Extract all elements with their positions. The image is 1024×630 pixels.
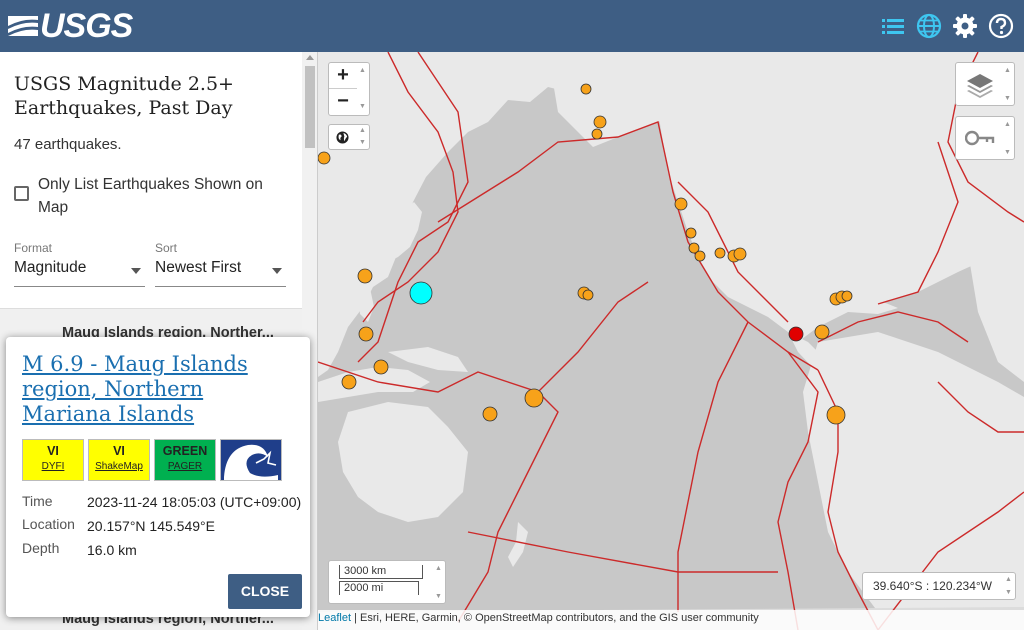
format-value: Magnitude xyxy=(14,259,87,276)
zoom-out-button[interactable]: − xyxy=(329,89,357,115)
shakemap-badge[interactable]: VI ShakeMap xyxy=(88,439,150,481)
spinner-up-icon: ▲ xyxy=(359,127,366,134)
pager-alert: GREEN xyxy=(162,444,208,458)
time-label: Time xyxy=(22,493,53,509)
spinner-down-icon: ▼ xyxy=(435,593,442,600)
earthquake-marker[interactable] xyxy=(685,227,697,239)
zoom-control: + − ▲ ▼ xyxy=(328,62,370,116)
key-icon xyxy=(965,130,995,146)
sort-value: Newest First xyxy=(155,259,242,276)
scroll-thumb[interactable] xyxy=(305,66,315,148)
logo-text: USGS xyxy=(40,6,133,45)
scale-bar: 3000 km 2000 mi ▲ ▼ xyxy=(328,560,446,604)
usgs-wave-icon xyxy=(8,16,38,36)
earthquake-marker[interactable] xyxy=(358,326,374,342)
earthquake-marker[interactable] xyxy=(694,250,706,262)
legend-control[interactable]: ▲ ▼ xyxy=(955,116,1015,160)
sort-label: Sort xyxy=(155,241,178,255)
spinner-up-icon: ▲ xyxy=(1005,576,1012,583)
globe-icon xyxy=(336,131,349,144)
layers-icon xyxy=(967,74,993,98)
layers-control[interactable]: ▲ ▼ xyxy=(955,62,1015,106)
format-select[interactable]: Magnitude xyxy=(14,259,145,287)
dyfi-badge[interactable]: VI DYFI xyxy=(22,439,84,481)
only-list-shown-label[interactable]: Only List Earthquakes Shown on Map xyxy=(38,173,288,219)
earthquake-marker[interactable] xyxy=(341,374,357,390)
earthquake-count: 47 earthquakes. xyxy=(14,136,122,153)
pager-label: PAGER xyxy=(167,461,203,472)
gear-icon[interactable] xyxy=(952,13,978,39)
mouse-coordinates: 39.640°S : 120.234°W ▲ ▼ xyxy=(862,572,1016,600)
earthquake-marker[interactable] xyxy=(582,289,594,301)
earthquake-marker[interactable] xyxy=(482,406,498,422)
earthquake-markers xyxy=(318,83,853,425)
map-view[interactable]: + − ▲ ▼ ▲ ▼ ▲ ▼ ▲ ▼ 3000 km 2000 mi ▲ ▼ … xyxy=(318,52,1024,630)
attribution-text: | Esri, HERE, Garmin, © OpenStreetMap co… xyxy=(351,612,759,624)
spinner-down-icon: ▼ xyxy=(1005,589,1012,596)
earthquake-marker[interactable] xyxy=(591,128,603,140)
spinner-up-icon: ▲ xyxy=(1004,121,1011,128)
earthquake-marker[interactable] xyxy=(674,197,688,211)
location-value: 20.157°N 145.549°E xyxy=(87,518,215,534)
location-label: Location xyxy=(22,516,75,532)
list-title: USGS Magnitude 2.5+ Earthquakes, Past Da… xyxy=(14,73,234,119)
spinner-up-icon: ▲ xyxy=(435,565,442,572)
close-button[interactable]: CLOSE xyxy=(228,574,302,609)
only-list-shown-checkbox[interactable] xyxy=(14,186,29,201)
time-value: 2023-11-24 18:05:03 (UTC+09:00) xyxy=(87,494,302,510)
depth-label: Depth xyxy=(22,540,60,556)
earthquake-marker[interactable] xyxy=(524,388,544,408)
app-header: USGS xyxy=(0,0,1024,52)
dyfi-intensity: VI xyxy=(47,444,59,458)
zoom-in-button[interactable]: + xyxy=(329,63,357,89)
earthquake-marker[interactable] xyxy=(714,247,726,259)
shakemap-label: ShakeMap xyxy=(95,461,143,472)
earthquake-marker[interactable] xyxy=(357,268,373,284)
earthquake-marker-selected[interactable] xyxy=(409,281,433,305)
earthquake-marker[interactable] xyxy=(318,151,331,165)
list-icon[interactable] xyxy=(880,13,906,39)
spinner-down-icon: ▼ xyxy=(1004,149,1011,156)
dyfi-label: DYFI xyxy=(41,461,65,472)
dropdown-arrow-icon xyxy=(272,268,282,274)
earthquake-marker[interactable] xyxy=(580,83,592,95)
earthquake-marker-red[interactable] xyxy=(788,326,804,342)
help-icon[interactable] xyxy=(988,13,1014,39)
leaflet-link[interactable]: Leaflet xyxy=(318,612,351,624)
spinner-down-icon: ▼ xyxy=(359,103,366,110)
spinner-up-icon: ▲ xyxy=(359,67,366,74)
scale-km: 3000 km xyxy=(339,565,423,579)
tsunami-icon[interactable] xyxy=(220,439,282,481)
earthquake-marker[interactable] xyxy=(826,405,846,425)
earthquake-marker[interactable] xyxy=(733,247,747,261)
earthquake-marker[interactable] xyxy=(841,290,853,302)
earthquake-marker[interactable] xyxy=(814,324,830,340)
map-attribution: Leaflet | Esri, HERE, Garmin, © OpenStre… xyxy=(318,610,1024,630)
earthquake-marker[interactable] xyxy=(593,115,607,129)
scroll-up-arrow-icon[interactable] xyxy=(306,55,314,60)
spinner-up-icon: ▲ xyxy=(1004,67,1011,74)
pager-badge[interactable]: GREEN PAGER xyxy=(154,439,216,481)
sort-select[interactable]: Newest First xyxy=(155,259,286,287)
earthquake-marker[interactable] xyxy=(373,359,389,375)
scale-mi: 2000 mi xyxy=(339,581,419,595)
shakemap-intensity: VI xyxy=(113,444,125,458)
depth-value: 16.0 km xyxy=(87,542,137,558)
usgs-logo[interactable]: USGS xyxy=(8,6,133,45)
coords-readout: 39.640°S : 120.234°W xyxy=(873,579,993,593)
earthquake-popup: M 6.9 - Maug Islands region, Northern Ma… xyxy=(6,337,310,617)
format-label: Format xyxy=(14,241,53,255)
popup-title-link[interactable]: M 6.9 - Maug Islands region, Northern Ma… xyxy=(22,352,292,427)
globe-icon[interactable] xyxy=(916,13,942,39)
world-view-control[interactable]: ▲ ▼ xyxy=(328,124,370,150)
dropdown-arrow-icon xyxy=(131,268,141,274)
spinner-down-icon: ▼ xyxy=(1004,95,1011,102)
spinner-down-icon: ▼ xyxy=(359,139,366,146)
